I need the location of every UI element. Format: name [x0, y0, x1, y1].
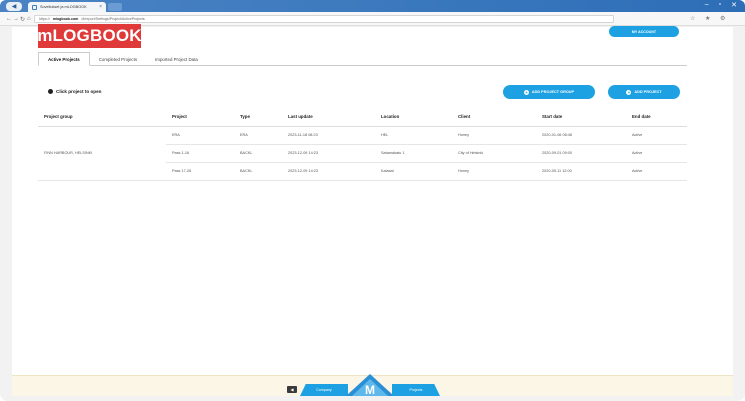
url-path: /#/report/Settings/Project/ActiveProject… — [81, 17, 145, 21]
table-cell: Pass 17-26 — [166, 162, 234, 181]
column-header[interactable]: End date — [626, 108, 687, 127]
new-tab-button[interactable] — [108, 3, 122, 11]
table-cell: Pass 1-16 — [166, 144, 234, 163]
table-cell: BACKL — [234, 162, 282, 181]
window-controls: – ▫ ✕ — [705, 1, 737, 9]
device-frame: ◀ Sovellukset ja mLOGBOOK × – ▫ ✕ ← → ↻ … — [0, 0, 745, 401]
refresh-icon[interactable]: ↻ — [20, 16, 25, 23]
table-header-row: Project group Project Type Last update L… — [38, 108, 687, 127]
column-header[interactable]: Project group — [38, 108, 166, 127]
tab-active-projects[interactable]: Active Projects — [38, 52, 90, 66]
column-header[interactable]: Location — [375, 108, 452, 127]
project-group-cell[interactable]: FINN HARBOUR, HELSINKI — [38, 126, 166, 181]
nav-back-icon[interactable]: ← — [6, 16, 12, 22]
click-project-hint: Click project to open — [48, 89, 101, 94]
tab-close-icon[interactable]: × — [99, 4, 102, 10]
maximize-icon[interactable]: ▫ — [719, 1, 721, 9]
nav-forward-icon[interactable]: → — [13, 16, 19, 22]
projects-table: Project group Project Type Last update L… — [38, 108, 687, 181]
app-page — [12, 27, 733, 396]
table-cell: Honey — [452, 126, 536, 145]
column-header[interactable]: Type — [234, 108, 282, 127]
settings-icon[interactable]: ⚙ — [720, 15, 725, 22]
table-cell: BACKL — [234, 144, 282, 163]
account-button[interactable]: MY ACCOUNT — [609, 26, 679, 37]
plus-icon: + — [523, 89, 529, 95]
table-cell: Honey — [452, 162, 536, 181]
table-cell: City of Helsinki — [452, 144, 536, 163]
tab-title: Sovellukset ja mLOGBOOK — [40, 5, 87, 9]
close-window-icon[interactable]: ✕ — [731, 1, 737, 9]
column-header[interactable]: Last update — [282, 108, 375, 127]
table-cell: Kalasat — [375, 162, 452, 181]
table-cell: 2020-09-01 09:00 — [536, 144, 626, 163]
add-project-group-label: ADD PROJECT GROUP — [531, 90, 575, 94]
back-button[interactable]: ◀ — [6, 2, 22, 11]
plus-icon: + — [626, 89, 632, 95]
table-cell: 2023-12-09 14:23 — [282, 144, 375, 163]
footer-logo-icon[interactable]: M — [346, 374, 394, 396]
tab-completed-projects[interactable]: Completed Projects — [90, 52, 146, 66]
add-project-group-button[interactable]: + ADD PROJECT GROUP — [503, 85, 595, 99]
favorite-icon[interactable]: ☆ — [690, 15, 695, 22]
table-cell: 2023-11-18 08:23 — [282, 126, 375, 145]
column-header[interactable]: Client — [452, 108, 536, 127]
minimize-icon[interactable]: – — [705, 1, 709, 9]
column-header[interactable]: Project — [166, 108, 234, 127]
project-tabs: Active Projects Completed Projects Impor… — [38, 52, 687, 66]
url-domain: mlogbook.com — [52, 17, 79, 21]
table-cell: Active — [626, 126, 687, 145]
home-icon[interactable]: ⌂ — [27, 16, 31, 22]
table-cell: Active — [626, 144, 687, 163]
footer-logo-letter: M — [365, 383, 375, 396]
footer-collapse-button[interactable]: ◀ — [287, 386, 297, 393]
footer-nav-projects[interactable]: Projects — [392, 384, 440, 396]
table-cell: ERA — [234, 126, 282, 145]
url-field[interactable]: https://mlogbook.com/#/report/Settings/P… — [34, 15, 614, 23]
table-cell: HEL — [375, 126, 452, 145]
tab-favicon-icon — [32, 4, 37, 10]
column-header[interactable]: Start date — [536, 108, 626, 127]
click-project-text: Click project to open — [56, 89, 102, 94]
browser-tab-strip: ◀ Sovellukset ja mLOGBOOK × – ▫ ✕ — [0, 0, 745, 12]
footer-nav-company[interactable]: Company — [300, 384, 348, 396]
table-row[interactable]: FINN HARBOUR, HELSINKI ERA ERA 2023-11-1… — [38, 126, 687, 181]
table-cell: Satamakatu 1 — [375, 144, 452, 163]
table-cell: ERA — [166, 126, 234, 145]
add-project-button[interactable]: + ADD PROJECT — [608, 85, 680, 99]
table-cell: 2020-09-11 12:00 — [536, 162, 626, 181]
table-cell: 2020-01-06 08:46 — [536, 126, 626, 145]
browser-tab[interactable]: Sovellukset ja mLOGBOOK × — [28, 2, 106, 12]
bullet-icon — [48, 89, 53, 94]
favorites-icon[interactable]: ★ — [705, 15, 710, 22]
add-project-label: ADD PROJECT — [634, 90, 662, 94]
tab-imported-project-data[interactable]: Imported Project Data — [146, 52, 207, 66]
table-cell: Active — [626, 162, 687, 181]
table-cell: 2023-12-09 14:23 — [282, 162, 375, 181]
app-logo: mLOGBOOK — [37, 24, 142, 48]
url-prefix: https:// — [39, 17, 50, 21]
